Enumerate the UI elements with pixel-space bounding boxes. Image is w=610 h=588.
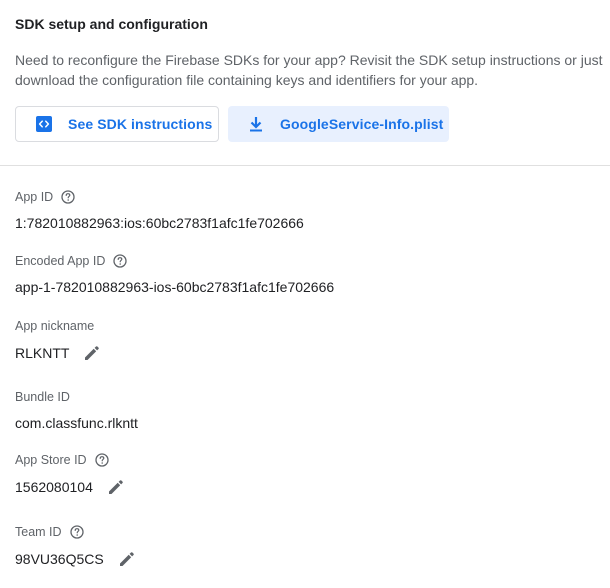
pencil-icon[interactable] [116,548,138,570]
pencil-icon[interactable] [81,342,103,364]
encoded-app-id-label: Encoded App ID [15,254,106,268]
encoded-app-id-value: app-1-782010882963-ios-60bc2783f1afc1fe7… [15,279,335,295]
help-circle-icon[interactable] [69,525,84,539]
section-description: Need to reconfigure the Firebase SDKs fo… [15,52,603,88]
see-sdk-instructions-button[interactable]: See SDK instructions [15,106,219,142]
field-app-store-id: App Store ID 1562080104 [15,452,127,498]
bundle-id-label: Bundle ID [15,390,70,404]
code-icon [34,114,54,134]
help-circle-icon[interactable] [94,453,109,467]
field-team-id: Team ID 98VU36Q5CS [15,524,138,570]
app-id-label: App ID [15,190,54,204]
download-config-button[interactable]: GoogleService-Info.plist [228,106,449,142]
divider [0,165,610,166]
team-id-label: Team ID [15,525,62,539]
pencil-icon[interactable] [105,476,127,498]
sdk-button-row: See SDK instructions GoogleService-Info.… [15,106,595,142]
app-store-id-label: App Store ID [15,453,87,467]
download-icon [246,114,266,134]
app-nickname-label: App nickname [15,319,95,333]
team-id-value: 98VU36Q5CS [15,551,104,567]
field-encoded-app-id: Encoded App ID app-1-782010882963-ios-60… [15,253,334,297]
bundle-id-value: com.classfunc.rlkntt [15,415,138,431]
app-id-value: 1:782010882963:ios:60bc2783f1afc1fe70266… [15,215,304,231]
sdk-setup-section: SDK setup and configuration Need to reco… [0,0,610,150]
app-store-id-value: 1562080104 [15,479,93,495]
app-settings-panel: SDK setup and configuration Need to reco… [0,0,610,588]
app-nickname-value: RLKNTT [15,345,70,361]
section-title: SDK setup and configuration [15,16,208,32]
see-sdk-instructions-label: See SDK instructions [68,116,213,132]
help-circle-icon[interactable] [61,190,75,204]
field-app-id: App ID 1:782010882963:ios:60bc2783f1afc1… [15,189,304,233]
help-circle-icon[interactable] [113,254,128,268]
download-config-label: GoogleService-Info.plist [280,116,444,132]
field-app-nickname: App nickname RLKNTT [15,318,103,364]
field-bundle-id: Bundle ID com.classfunc.rlkntt [15,389,138,433]
